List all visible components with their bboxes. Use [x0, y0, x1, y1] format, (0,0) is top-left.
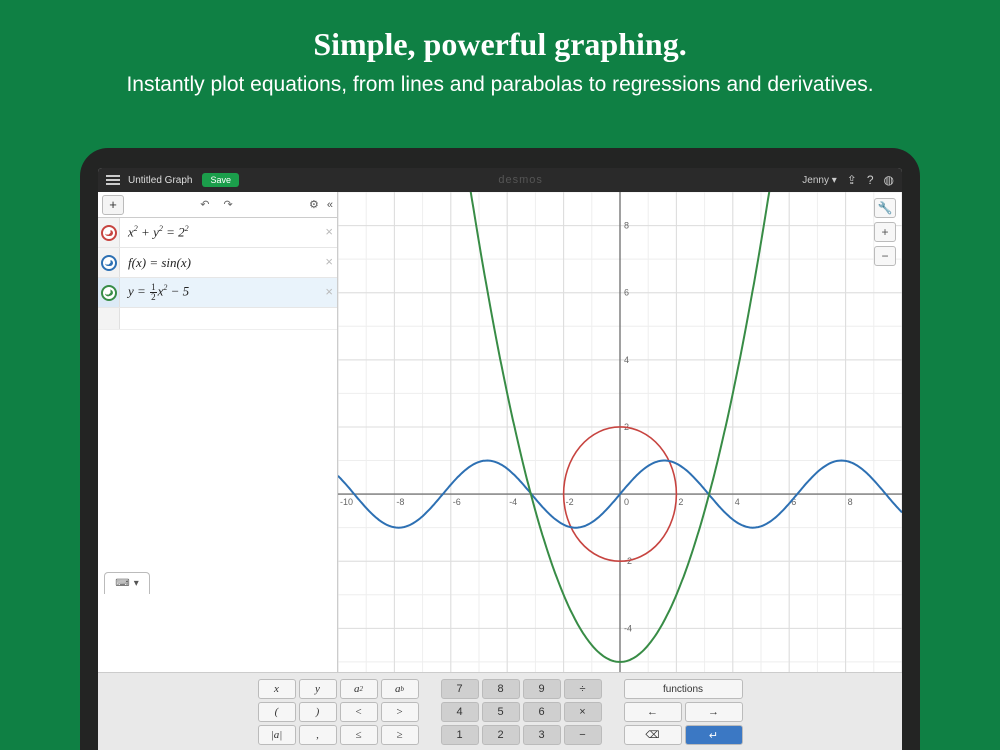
key-4[interactable]: 4	[441, 702, 479, 722]
keypad: x y a2 ab ( ) < > |a| , ≤ ≥ 7 8 9 ÷ 4 5 …	[98, 672, 902, 750]
svg-text:-4: -4	[509, 497, 517, 507]
key-lparen[interactable]: (	[258, 702, 296, 722]
key-left[interactable]: ←	[624, 702, 682, 722]
topbar: Untitled Graph Save desmos Jenny ▾ ⇪ ? ◍	[98, 168, 902, 192]
expression-text[interactable]: x2 + y2 = 22	[120, 224, 189, 240]
key-gte[interactable]: ≥	[381, 725, 419, 745]
key-enter[interactable]: ↵	[685, 725, 743, 745]
expression-row-empty[interactable]	[98, 308, 337, 330]
keyboard-toggle[interactable]: ⌨▾	[104, 572, 150, 594]
key-square[interactable]: a2	[340, 679, 378, 699]
key-x[interactable]: x	[258, 679, 296, 699]
wave-icon	[101, 285, 117, 301]
save-button[interactable]: Save	[202, 173, 239, 187]
expression-row[interactable]: x2 + y2 = 22 ×	[98, 218, 337, 248]
help-icon[interactable]: ?	[867, 173, 874, 187]
key-minus[interactable]: −	[564, 725, 602, 745]
expression-color-toggle[interactable]	[98, 248, 120, 277]
key-2[interactable]: 2	[482, 725, 520, 745]
key-backspace[interactable]: ⌫	[624, 725, 682, 745]
key-9[interactable]: 9	[523, 679, 561, 699]
undo-button[interactable]: ↶	[200, 198, 209, 211]
hero-subtitle: Instantly plot equations, from lines and…	[0, 63, 1000, 97]
expression-text[interactable]: f(x) = sin(x)	[120, 255, 191, 271]
expression-panel: + ↶ ↷ ⚙ « x2 + y2 = 22 × f(x) = sin(x)	[98, 192, 338, 672]
keyboard-icon: ⌨	[115, 578, 129, 589]
key-divide[interactable]: ÷	[564, 679, 602, 699]
svg-text:8: 8	[624, 221, 629, 231]
key-8[interactable]: 8	[482, 679, 520, 699]
workarea: + ↶ ↷ ⚙ « x2 + y2 = 22 × f(x) = sin(x)	[98, 192, 902, 672]
expression-toolbar: + ↶ ↷ ⚙ «	[98, 192, 337, 218]
graph-svg: -10-8-6-4-2246810-4-224680	[338, 192, 902, 672]
redo-button[interactable]: ↷	[224, 198, 233, 211]
key-abs[interactable]: |a|	[258, 725, 296, 745]
graph-settings-button[interactable]: 🔧	[874, 198, 896, 218]
svg-text:6: 6	[624, 288, 629, 298]
wave-icon	[101, 255, 117, 271]
svg-text:4: 4	[624, 355, 629, 365]
chevron-down-icon: ▾	[134, 578, 139, 589]
key-y[interactable]: y	[299, 679, 337, 699]
key-comma[interactable]: ,	[299, 725, 337, 745]
collapse-panel-icon[interactable]: «	[327, 199, 333, 211]
key-6[interactable]: 6	[523, 702, 561, 722]
svg-text:-2: -2	[566, 497, 574, 507]
brand-label: desmos	[239, 174, 802, 186]
user-name: Jenny	[802, 175, 829, 186]
menu-icon[interactable]	[106, 175, 120, 185]
close-icon[interactable]: ×	[325, 224, 333, 239]
key-right[interactable]: →	[685, 702, 743, 722]
app-screen: Untitled Graph Save desmos Jenny ▾ ⇪ ? ◍…	[98, 168, 902, 750]
graph-controls: 🔧 + −	[874, 198, 896, 266]
key-multiply[interactable]: ×	[564, 702, 602, 722]
svg-text:2: 2	[678, 497, 683, 507]
user-menu[interactable]: Jenny ▾	[802, 175, 837, 186]
expression-color-toggle[interactable]	[98, 278, 120, 307]
hero-title: Simple, powerful graphing.	[0, 0, 1000, 63]
graph-title[interactable]: Untitled Graph	[128, 175, 192, 186]
wave-icon	[101, 225, 117, 241]
key-lte[interactable]: ≤	[340, 725, 378, 745]
key-3[interactable]: 3	[523, 725, 561, 745]
svg-text:0: 0	[624, 497, 629, 507]
keypad-numbers: 7 8 9 ÷ 4 5 6 × 1 2 3 −	[441, 679, 602, 745]
zoom-in-button[interactable]: +	[874, 222, 896, 242]
add-expression-button[interactable]: +	[102, 195, 124, 215]
key-1[interactable]: 1	[441, 725, 479, 745]
key-lt[interactable]: <	[340, 702, 378, 722]
device-frame: Untitled Graph Save desmos Jenny ▾ ⇪ ? ◍…	[80, 148, 920, 750]
svg-text:8: 8	[848, 497, 853, 507]
expression-row[interactable]: f(x) = sin(x) ×	[98, 248, 337, 278]
settings-icon[interactable]: ⚙	[309, 198, 319, 211]
key-5[interactable]: 5	[482, 702, 520, 722]
language-icon[interactable]: ◍	[884, 173, 894, 187]
close-icon[interactable]: ×	[325, 284, 333, 299]
svg-text:-6: -6	[453, 497, 461, 507]
expression-row[interactable]: y = 12x2 − 5 ×	[98, 278, 337, 308]
zoom-out-button[interactable]: −	[874, 246, 896, 266]
keypad-symbols: x y a2 ab ( ) < > |a| , ≤ ≥	[258, 679, 419, 745]
svg-text:4: 4	[735, 497, 740, 507]
expression-color-toggle[interactable]	[98, 218, 120, 247]
graph-canvas[interactable]: -10-8-6-4-2246810-4-224680 🔧 + −	[338, 192, 902, 672]
keypad-functions: functions ← → ⌫ ↵	[624, 679, 743, 745]
share-icon[interactable]: ⇪	[847, 173, 857, 187]
svg-text:-10: -10	[340, 497, 353, 507]
svg-text:-8: -8	[396, 497, 404, 507]
key-power[interactable]: ab	[381, 679, 419, 699]
expression-text[interactable]: y = 12x2 − 5	[120, 283, 189, 302]
key-gt[interactable]: >	[381, 702, 419, 722]
key-rparen[interactable]: )	[299, 702, 337, 722]
key-7[interactable]: 7	[441, 679, 479, 699]
close-icon[interactable]: ×	[325, 254, 333, 269]
svg-text:-4: -4	[624, 623, 632, 633]
key-functions[interactable]: functions	[624, 679, 743, 699]
